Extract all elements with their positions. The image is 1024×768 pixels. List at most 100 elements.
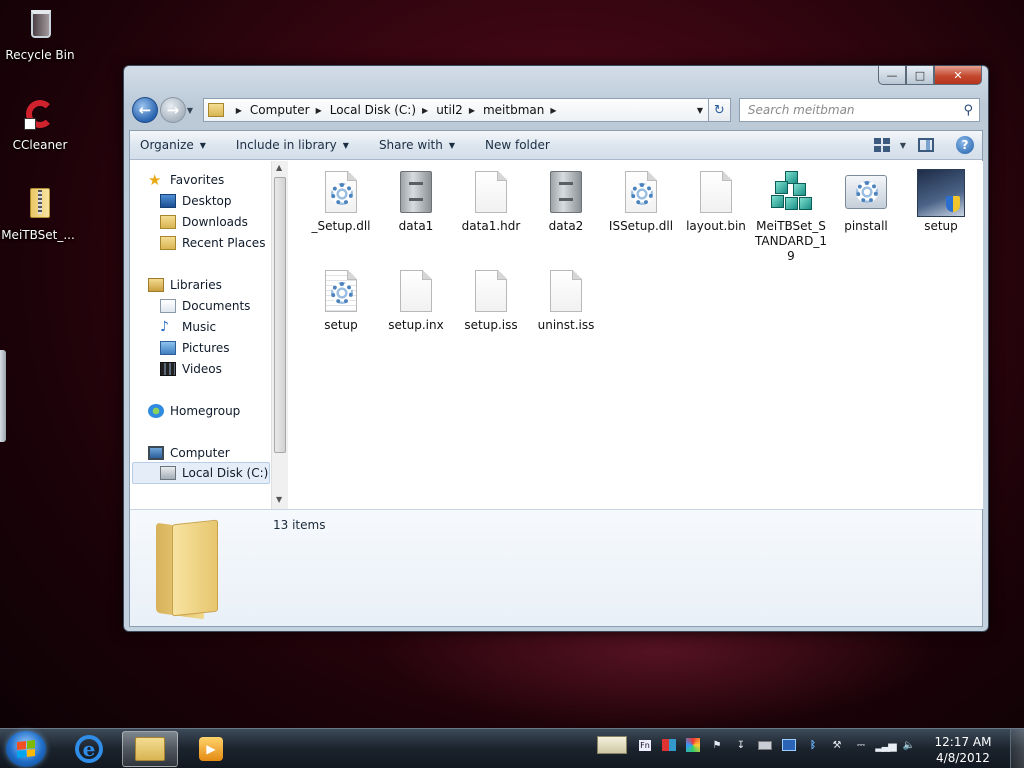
new-folder-button[interactable]: New folder	[485, 138, 550, 152]
breadcrumb-separator-icon[interactable]: ▶	[469, 106, 475, 115]
taskbar-internet-explorer[interactable]: e	[61, 731, 117, 767]
show-desktop-button[interactable]	[1010, 729, 1024, 768]
sidebar-item-favorites[interactable]: ★ Favorites	[148, 173, 224, 188]
search-placeholder: Search meitbman	[747, 103, 855, 117]
preview-pane-icon[interactable]	[918, 138, 934, 152]
sidebar-item-music[interactable]: ♪ Music	[160, 320, 216, 334]
scroll-up-icon[interactable]: ▲	[276, 163, 282, 172]
libraries-icon	[148, 278, 164, 292]
breadcrumb-local-disk[interactable]: Local Disk (C:)	[330, 103, 416, 117]
network-adapter-icon[interactable]	[661, 737, 677, 753]
maximize-button[interactable]: □	[906, 66, 934, 85]
list-item[interactable]: _Setup.dll	[303, 169, 379, 234]
recent-pages-dropdown[interactable]: ▼	[187, 106, 199, 115]
sidebar-item-libraries[interactable]: Libraries	[148, 278, 222, 292]
sidebar-item-desktop[interactable]: Desktop	[160, 194, 232, 208]
cabinet-icon	[392, 169, 440, 217]
close-button[interactable]: ✕	[934, 66, 982, 85]
desktop-icon-label: Recycle Bin	[5, 48, 75, 62]
organize-menu[interactable]: Organize ▼	[140, 138, 206, 152]
sidebar-item-homegroup[interactable]: Homegroup	[148, 404, 240, 418]
list-item[interactable]: setup.inx	[378, 268, 454, 333]
list-item[interactable]: pinstall	[828, 169, 904, 234]
bluetooth-icon[interactable]: ᛒ	[805, 737, 821, 753]
file-name: setup.inx	[388, 318, 444, 332]
breadcrumb-separator-icon[interactable]: ▶	[550, 106, 556, 115]
breadcrumb-separator-icon[interactable]: ▶	[236, 106, 242, 115]
sidebar-item-recent-places[interactable]: Recent Places	[160, 236, 265, 250]
taskbar-windows-explorer[interactable]	[122, 731, 178, 767]
usb-icon[interactable]: ↧	[733, 737, 749, 753]
forward-button[interactable]: →	[159, 97, 186, 123]
desktop-icon-recycle-bin[interactable]: Recycle Bin	[2, 6, 78, 62]
tools-icon[interactable]: ⚒	[829, 737, 845, 753]
file-name: setup.iss	[464, 318, 518, 332]
power-icon[interactable]: ⎓	[853, 737, 869, 753]
volume-icon[interactable]: 🔈	[901, 737, 917, 753]
back-button[interactable]: ←	[132, 97, 158, 123]
sidebar-item-local-disk[interactable]: Local Disk (C:)	[132, 462, 270, 484]
list-item[interactable]: setup	[903, 169, 979, 234]
downloads-icon	[160, 215, 176, 229]
flag-icon[interactable]: ⚑	[709, 737, 725, 753]
search-icon[interactable]: ⚲	[963, 103, 973, 118]
list-item[interactable]: layout.bin	[678, 169, 754, 234]
dll-gear-icon	[317, 169, 365, 217]
desktop-icon-meitbset[interactable]: MeiTBSet_...	[0, 186, 76, 242]
list-item[interactable]: data2	[528, 169, 604, 234]
search-input[interactable]: Search meitbman ⚲	[738, 98, 980, 122]
sidebar-item-computer[interactable]: Computer	[148, 446, 230, 460]
scroll-down-icon[interactable]: ▼	[276, 495, 282, 504]
blank-file-icon	[467, 268, 515, 316]
breadcrumb-util2[interactable]: util2	[436, 103, 463, 117]
folder-icon	[207, 103, 224, 117]
minimize-button[interactable]: —	[878, 66, 906, 85]
sidebar-item-label: Downloads	[182, 215, 248, 229]
taskbar-media-player[interactable]: ▶	[183, 731, 239, 767]
desktop-icon-ccleaner[interactable]: CCleaner	[2, 96, 78, 152]
drive-icon[interactable]	[757, 737, 773, 753]
sidebar-gadget-handle[interactable]	[0, 350, 6, 442]
include-in-library-menu[interactable]: Include in library ▼	[236, 138, 349, 152]
system-clock[interactable]: 12:17 AM 4/8/2012	[930, 734, 996, 766]
scrollbar-thumb[interactable]	[274, 177, 286, 453]
sidebar-item-documents[interactable]: Documents	[160, 299, 250, 313]
share-with-menu[interactable]: Share with ▼	[379, 138, 455, 152]
list-item[interactable]: uninst.iss	[528, 268, 604, 333]
breadcrumb-separator-icon[interactable]: ▶	[316, 106, 322, 115]
fn-key-icon[interactable]: Fn	[637, 737, 653, 753]
address-bar[interactable]: ▶ Computer ▶ Local Disk (C:) ▶ util2 ▶ m…	[202, 98, 709, 122]
breadcrumb-separator-icon[interactable]: ▶	[422, 106, 428, 115]
view-dropdown-icon[interactable]: ▼	[900, 141, 906, 150]
chevron-down-icon: ▼	[342, 140, 349, 150]
notification-area: Fn ⚑ ↧ ᛒ ⚒ ⎓ ▂▃▅ 🔈	[595, 736, 925, 754]
breadcrumb-meitbman[interactable]: meitbman	[483, 103, 544, 117]
help-icon[interactable]: ?	[956, 136, 974, 154]
sidebar-item-downloads[interactable]: Downloads	[160, 215, 248, 229]
view-controls: ▼ ?	[873, 136, 982, 154]
display-icon[interactable]	[781, 737, 797, 753]
list-item[interactable]: data1.hdr	[453, 169, 529, 234]
start-button[interactable]	[6, 731, 46, 767]
file-name: data1	[398, 219, 434, 233]
navigation-pane-scrollbar[interactable]: ▲ ▼	[271, 161, 288, 509]
list-item[interactable]: setup.iss	[453, 268, 529, 333]
color-tool-icon[interactable]	[685, 737, 701, 753]
pen-tablet-icon[interactable]	[595, 736, 629, 754]
refresh-button[interactable]: ↻	[708, 98, 731, 122]
list-item[interactable]: setup	[303, 268, 379, 333]
signal-icon[interactable]: ▂▃▅	[875, 737, 896, 753]
sidebar-item-videos[interactable]: Videos	[160, 362, 222, 376]
sidebar-item-label: Pictures	[182, 341, 230, 355]
sidebar-item-pictures[interactable]: Pictures	[160, 341, 230, 355]
list-item[interactable]: data1	[378, 169, 454, 234]
breadcrumb-computer[interactable]: Computer	[250, 103, 310, 117]
change-view-icon[interactable]	[873, 138, 890, 152]
arrow-left-icon: ←	[138, 101, 152, 119]
file-name: uninst.iss	[537, 318, 595, 332]
list-item[interactable]: ISSetup.dll	[603, 169, 679, 234]
address-dropdown-icon[interactable]: ▼	[692, 106, 708, 115]
list-item[interactable]: MeiTBSet_STANDARD_19	[753, 169, 829, 264]
share-with-label: Share with	[378, 138, 443, 152]
desktop-icon-label: MeiTBSet_...	[1, 228, 75, 242]
